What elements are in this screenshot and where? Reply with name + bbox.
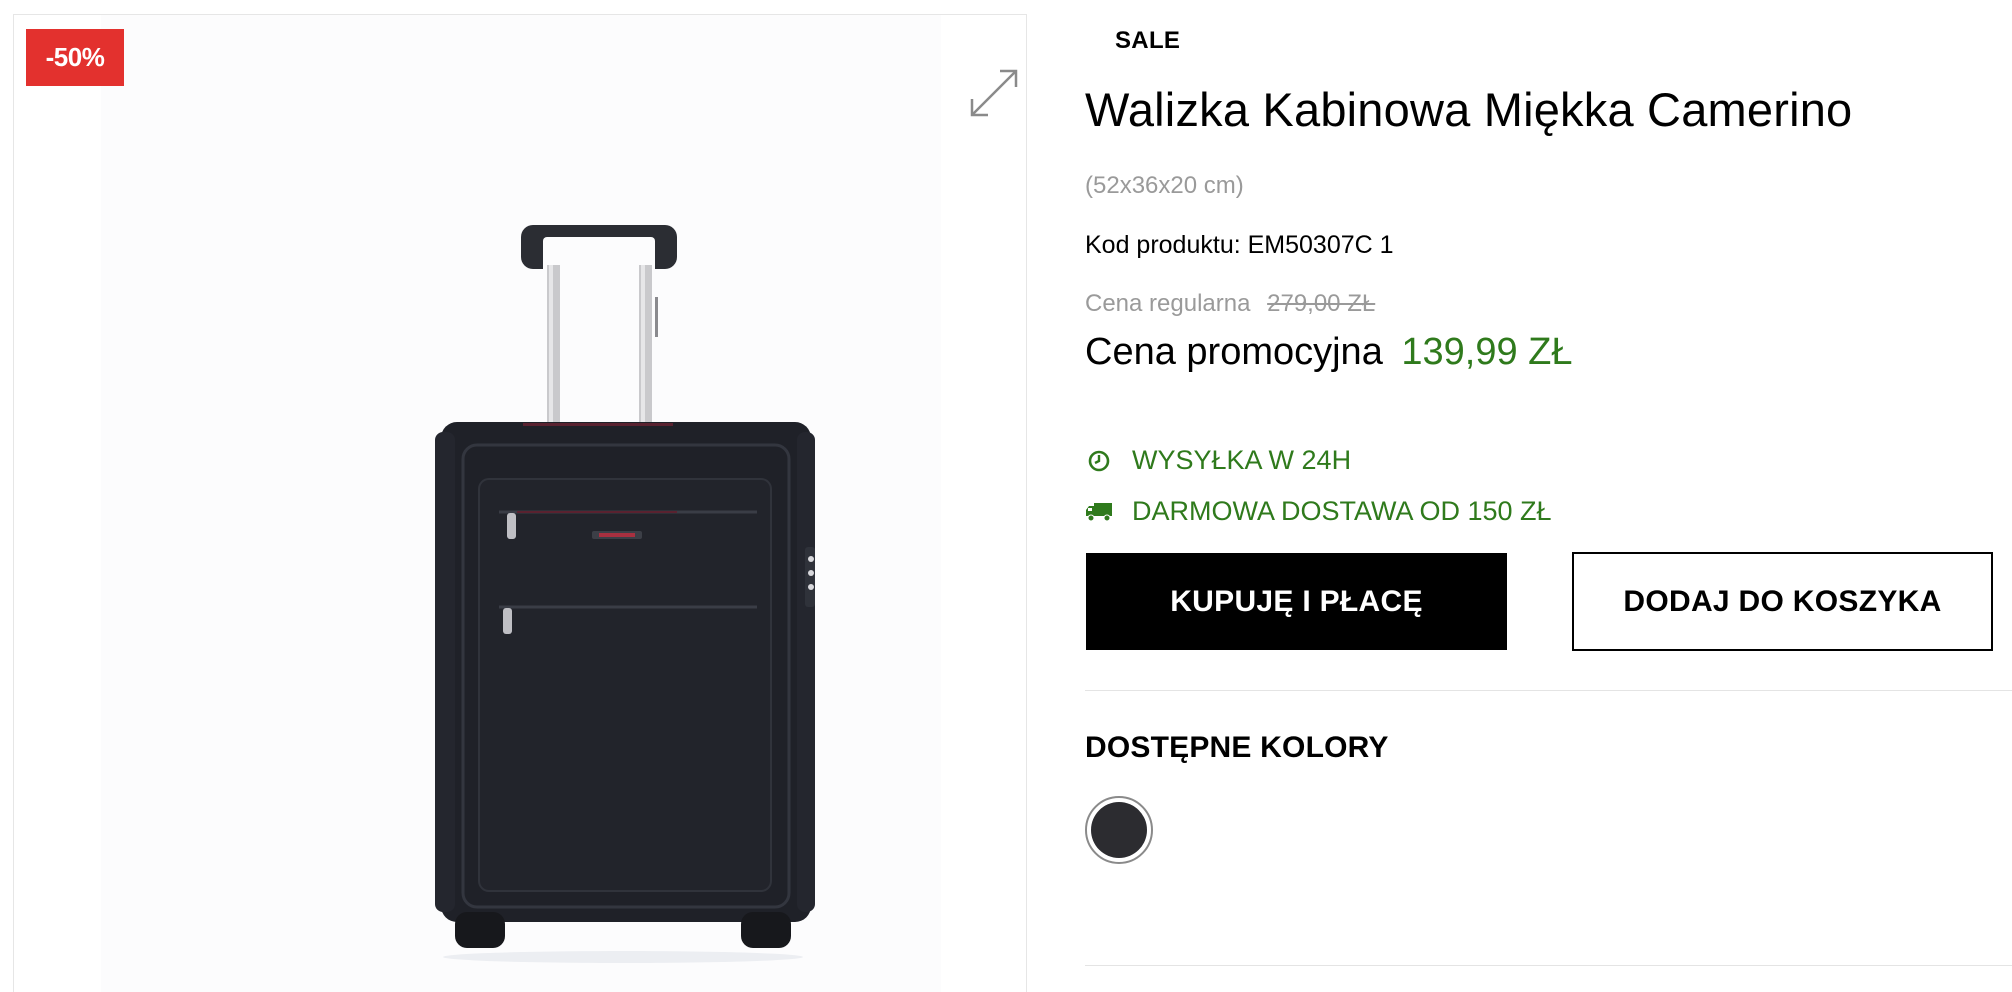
product-gallery: -50% xyxy=(13,14,1027,992)
available-colors-heading: DOSTĘPNE KOLORY xyxy=(1085,731,1389,764)
promo-price-value: 139,99 ZŁ xyxy=(1401,331,1573,373)
shipping-24h-info: WYSYŁKA W 24H xyxy=(1085,445,1351,476)
buy-now-button[interactable]: KUPUJĘ I PŁACĘ xyxy=(1086,553,1507,650)
product-title: Walizka Kabinowa Miękka Camerino xyxy=(1085,83,1853,136)
regular-price-label: Cena regularna xyxy=(1085,290,1251,317)
promo-price-label: Cena promocyjna xyxy=(1085,331,1383,373)
expand-arrows-icon xyxy=(970,69,1018,117)
regular-price-value: 279,00 ZŁ xyxy=(1267,290,1376,317)
product-dimensions: (52x36x20 cm) xyxy=(1085,172,1244,199)
product-category[interactable]: SALE xyxy=(1115,27,1180,55)
promo-price-row: Cena promocyjna 139,99 ZŁ xyxy=(1085,331,1573,374)
add-to-cart-button[interactable]: DODAJ DO KOSZYKA xyxy=(1572,552,1993,651)
color-swatch-fill xyxy=(1091,802,1147,858)
expand-image-button[interactable] xyxy=(965,64,1023,122)
free-delivery-text: DARMOWA DOSTAWA OD 150 ZŁ xyxy=(1132,496,1552,526)
color-swatch-black[interactable] xyxy=(1085,796,1153,864)
truck-icon xyxy=(1085,498,1113,526)
product-code: Kod produktu: EM50307C 1 xyxy=(1085,231,1394,260)
suitcase-image xyxy=(435,225,815,963)
product-code-value: EM50307C 1 xyxy=(1247,231,1394,259)
product-code-label: Kod produktu: xyxy=(1085,231,1241,259)
product-details: SALE Walizka Kabinowa Miękka Camerino (5… xyxy=(1085,0,2012,992)
discount-badge: -50% xyxy=(26,29,124,86)
free-delivery-info: DARMOWA DOSTAWA OD 150 ZŁ xyxy=(1085,496,1552,527)
shipping-24h-text: WYSYŁKA W 24H xyxy=(1132,445,1352,475)
divider xyxy=(1085,690,2012,691)
clock-icon xyxy=(1085,447,1113,475)
regular-price-row: Cena regularna 279,00 ZŁ xyxy=(1085,290,1375,318)
product-photo-area[interactable] xyxy=(101,15,941,992)
divider xyxy=(1085,965,2012,966)
